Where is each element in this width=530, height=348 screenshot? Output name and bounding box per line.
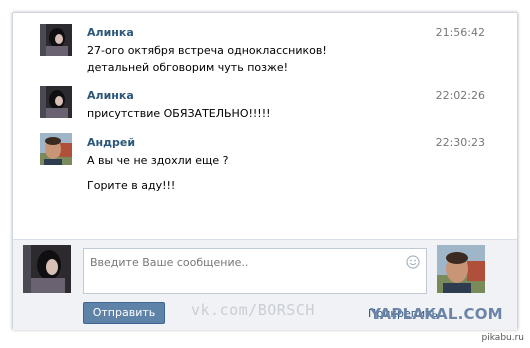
message-time: 22:02:26 [435, 89, 485, 102]
send-button[interactable]: Отправить [83, 302, 165, 324]
message-time: 22:30:23 [435, 136, 485, 149]
recipient-avatar[interactable] [437, 245, 485, 293]
smile-icon[interactable] [406, 255, 420, 269]
message-input[interactable]: Введите Ваше сообщение.. [83, 248, 427, 294]
message-text: 27-ого октября встреча одноклассников! [87, 44, 327, 57]
message-input-placeholder: Введите Ваше сообщение.. [90, 256, 249, 269]
message-time: 21:56:42 [435, 26, 485, 39]
alinka-avatar[interactable] [40, 24, 72, 56]
alinka-avatar[interactable] [40, 86, 72, 118]
chat-window: Алинка 21:56:42 27-ого октября встреча о… [12, 12, 518, 330]
author-name[interactable]: Алинка [87, 26, 134, 39]
author-name[interactable]: Алинка [87, 89, 134, 102]
pikabu-watermark: pikabu.ru [481, 333, 524, 343]
message-text: детальней обговорим чуть позже! [87, 61, 289, 74]
message-text: А вы че не здохли еще ? [87, 154, 229, 167]
vk-watermark: vk.com/BORSCH [191, 301, 315, 319]
message-text: присутствие ОБЯЗАТЕЛЬНО!!!!! [87, 107, 271, 120]
yaplakal-watermark: YAPLAKAL.COM [370, 305, 503, 323]
message-text: Горите в аду!!! [87, 179, 176, 192]
own-avatar[interactable] [23, 245, 71, 293]
andrey-avatar[interactable] [40, 133, 72, 165]
author-name[interactable]: Андрей [87, 136, 135, 149]
